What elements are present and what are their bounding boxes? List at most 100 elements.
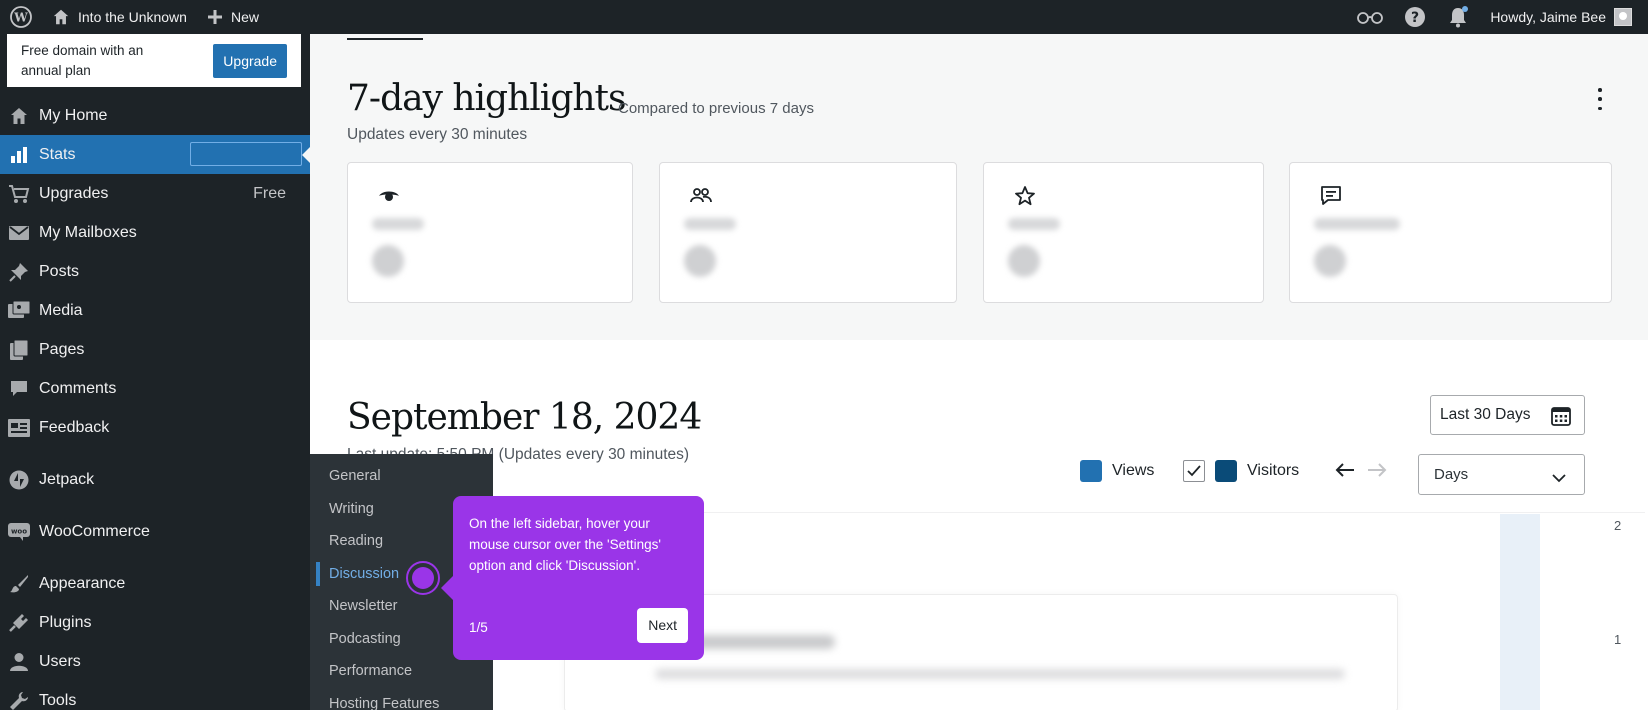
blurred-value: [684, 245, 716, 277]
sidebar-item-upgrades[interactable]: Upgrades Free: [0, 174, 310, 213]
focus-outline: [190, 142, 302, 166]
new-label: New: [230, 9, 259, 25]
sidebar-item-label: Stats: [39, 145, 76, 163]
upgrade-promo: Free domain with an annual plan Upgrade: [7, 34, 301, 87]
blurred-empty-description: [655, 669, 1345, 679]
sidebar-item-plugins[interactable]: Plugins: [0, 603, 310, 642]
sidebar-item-tools[interactable]: Tools: [0, 681, 310, 710]
admin-sidebar: Free domain with an annual plan Upgrade …: [0, 34, 310, 710]
new-content-link[interactable]: New: [197, 0, 269, 34]
sidebar-item-label: Plugins: [39, 613, 92, 631]
pages-icon: [8, 339, 30, 361]
sidebar-item-feedback[interactable]: Feedback: [0, 408, 310, 447]
highlight-card-visitors[interactable]: [659, 162, 957, 303]
home-icon: [53, 9, 69, 25]
sidebar-item-posts[interactable]: Posts: [0, 252, 310, 291]
brush-icon: [8, 573, 30, 595]
sidebar-item-appearance[interactable]: Appearance: [0, 564, 310, 603]
people-icon: [690, 185, 712, 207]
blurred-label: [372, 218, 424, 230]
blurred-label: [1008, 218, 1060, 230]
blurred-value: [372, 245, 404, 277]
highlights-updates-text: Updates every 30 minutes: [347, 126, 528, 143]
sidebar-item-users[interactable]: Users: [0, 642, 310, 681]
checkmark-icon: [1187, 465, 1201, 477]
sidebar-item-media[interactable]: Media: [0, 291, 310, 330]
period-navigation: [1334, 460, 1388, 485]
sidebar-item-label: My Home: [39, 106, 108, 124]
upgrade-button[interactable]: Upgrade: [213, 43, 287, 78]
highlight-card-likes[interactable]: [983, 162, 1264, 303]
media-icon: [8, 300, 30, 322]
woo-icon: woo: [8, 521, 30, 543]
period-select[interactable]: Days: [1418, 454, 1585, 495]
next-period-arrow-icon[interactable]: [1366, 460, 1388, 485]
highlight-card-comments[interactable]: [1289, 162, 1612, 303]
pin-icon: [8, 261, 30, 283]
home-icon: [8, 105, 30, 127]
guide-beacon[interactable]: [406, 561, 440, 595]
free-badge: Free: [253, 184, 286, 202]
greeting-text: Howdy, Jaime Bee: [1490, 9, 1606, 25]
sidebar-item-woocommerce[interactable]: woo WooCommerce: [0, 512, 310, 551]
user-icon: [8, 651, 30, 673]
svg-text:?: ?: [1411, 10, 1419, 26]
sidebar-item-comments[interactable]: Comments: [0, 369, 310, 408]
eye-icon: [378, 185, 400, 207]
sidebar-item-my-mailboxes[interactable]: My Mailboxes: [0, 213, 310, 252]
sidebar-item-pages[interactable]: Pages: [0, 330, 310, 369]
sidebar-item-label: Tools: [39, 691, 77, 709]
sidebar-item-label: WooCommerce: [39, 522, 150, 540]
more-options-icon[interactable]: [1592, 88, 1608, 110]
sidebar-item-label: Pages: [39, 340, 85, 358]
svg-text:woo: woo: [11, 527, 27, 535]
sidebar-item-label: Upgrades: [39, 184, 109, 202]
svg-text:W: W: [13, 11, 28, 25]
sidebar-item-jetpack[interactable]: Jetpack: [0, 460, 310, 499]
tooltip-step-counter: 1/5: [469, 620, 488, 635]
visitors-checkbox[interactable]: [1183, 460, 1205, 482]
comment-icon: [8, 378, 30, 400]
guide-tooltip: On the left sidebar, hover your mouse cu…: [441, 496, 704, 660]
submenu-item-hosting-features[interactable]: Hosting Features: [310, 688, 493, 710]
help-icon[interactable]: ?: [1394, 0, 1436, 34]
legend-views-label: Views: [1112, 462, 1155, 479]
blurred-label: [1314, 218, 1400, 230]
site-name-link[interactable]: Into the Unknown: [42, 0, 197, 34]
legend-visitors[interactable]: Visitors: [1183, 460, 1299, 482]
sidebar-item-label: Appearance: [39, 574, 126, 592]
plugin-icon: [8, 612, 30, 634]
sidebar-item-label: Users: [39, 652, 81, 670]
comment-square-icon: [1320, 185, 1342, 207]
calendar-icon: [1550, 405, 1572, 432]
blurred-label: [684, 218, 736, 230]
avatar: [1614, 8, 1632, 26]
visitors-swatch: [1215, 460, 1237, 482]
plus-icon: [207, 10, 222, 24]
admin-bar: W Into the Unknown New ? Howdy, Jaime Be…: [0, 0, 1648, 34]
sidebar-item-my-home[interactable]: My Home: [0, 96, 310, 135]
highlight-card-views[interactable]: [347, 162, 633, 303]
notifications-bell-icon[interactable]: [1436, 0, 1480, 34]
star-icon: [1014, 185, 1036, 207]
tooltip-next-button[interactable]: Next: [637, 608, 688, 643]
chart-highlighted-column: [1500, 514, 1540, 710]
blurred-value: [1314, 245, 1346, 277]
legend-views[interactable]: Views: [1080, 460, 1154, 482]
site-name: Into the Unknown: [78, 9, 187, 25]
jetpack-icon: [8, 469, 30, 491]
previous-period-arrow-icon[interactable]: [1334, 460, 1356, 485]
sidebar-item-label: My Mailboxes: [39, 223, 137, 241]
y-axis-tick: 1: [1614, 632, 1622, 647]
promo-text: Free domain with an annual plan: [21, 42, 144, 78]
sidebar-item-stats[interactable]: Stats: [0, 135, 310, 174]
account-menu[interactable]: Howdy, Jaime Bee: [1480, 0, 1648, 34]
tooltip-text: On the left sidebar, hover your mouse cu…: [469, 516, 661, 573]
date-range-button[interactable]: Last 30 Days: [1430, 395, 1585, 435]
reader-glasses-icon[interactable]: [1346, 0, 1394, 34]
submenu-item-general[interactable]: General: [310, 460, 493, 493]
sidebar-menu: My Home Stats Upgrades Free My Mailboxes…: [0, 96, 310, 710]
traffic-date-title: September 18, 2024: [347, 397, 702, 438]
legend-visitors-label: Visitors: [1247, 462, 1300, 479]
wordpress-logo-icon[interactable]: W: [0, 0, 42, 34]
